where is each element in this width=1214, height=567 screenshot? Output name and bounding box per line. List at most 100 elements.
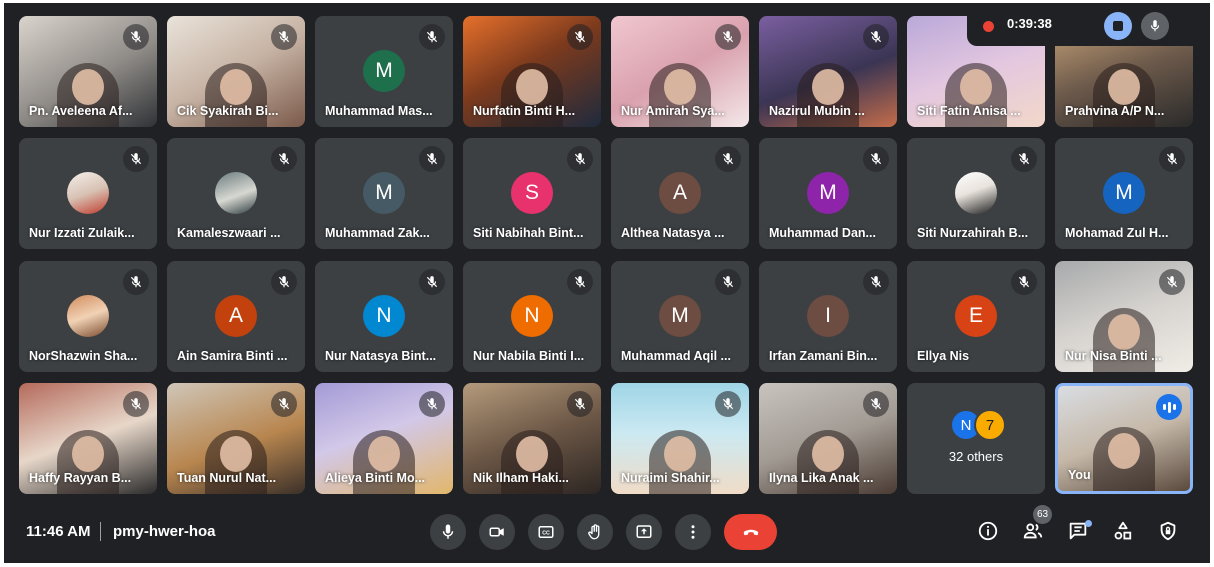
others-avatars: N 7 [950, 409, 1006, 441]
participant-name: Nik Ilham Haki... [473, 471, 569, 485]
avatar: A [659, 171, 701, 214]
camera-button[interactable] [479, 514, 515, 550]
participant-tile[interactable]: M Mohamad Zul H... [1055, 138, 1193, 249]
participant-tile[interactable]: Nazirul Mubin ... [759, 16, 897, 127]
participant-name: Nur Amirah Sya... [621, 104, 725, 118]
recording-timer: 0:39:38 [1007, 16, 1052, 31]
mic-off-icon [271, 391, 297, 417]
meet-window: Pn. Aveleena Af... Cik Syakirah Bi... M … [4, 3, 1210, 563]
participant-name: Nurfatin Binti H... [473, 104, 576, 118]
avatar: M [363, 171, 405, 214]
avatar: S [511, 171, 553, 214]
self-video [1093, 427, 1155, 491]
self-name: You [1068, 468, 1091, 482]
mic-toggle-button[interactable] [1141, 12, 1169, 40]
participant-name: Irfan Zamani Bin... [769, 349, 878, 363]
participant-name: Tuan Nurul Nat... [177, 471, 277, 485]
participant-name: Muhammad Aqil ... [621, 349, 731, 363]
participant-name: Haffy Rayyan B... [29, 471, 132, 485]
avatar: A [215, 294, 257, 337]
participant-tile[interactable]: M Muhammad Mas... [315, 16, 453, 127]
participant-tile[interactable]: Siti Nurzahirah B... [907, 138, 1045, 249]
participant-tile[interactable]: N Nur Nabila Binti I... [463, 261, 601, 372]
leave-call-button[interactable] [724, 514, 777, 550]
mic-off-icon [1011, 146, 1037, 172]
participant-tile[interactable]: Ilyna Lika Anak ... [759, 383, 897, 494]
participant-name: Nur Nisa Binti ... [1065, 349, 1162, 363]
mic-icon [1150, 20, 1160, 32]
participant-name: Siti Fatin Anisa ... [917, 104, 1021, 118]
participant-tile[interactable]: Nik Ilham Haki... [463, 383, 601, 494]
host-controls-button[interactable] [1155, 518, 1181, 544]
participant-name: Siti Nabihah Bint... [473, 226, 584, 240]
participant-name: Althea Natasya ... [621, 226, 725, 240]
mic-off-icon [715, 269, 741, 295]
camera-icon [489, 527, 504, 537]
others-tile[interactable]: N 7 32 others [907, 383, 1045, 494]
participant-tile[interactable]: A Ain Samira Binti ... [167, 261, 305, 372]
participant-tile[interactable]: Nuraimi Shahir... [611, 383, 749, 494]
participant-tile[interactable]: Tuan Nurul Nat... [167, 383, 305, 494]
participant-name: NorShazwin Sha... [29, 349, 138, 363]
self-tile[interactable]: You [1055, 383, 1193, 494]
participant-tile[interactable]: NorShazwin Sha... [19, 261, 157, 372]
participant-tile[interactable]: A Althea Natasya ... [611, 138, 749, 249]
participant-tile[interactable]: Kamaleszwaari ... [167, 138, 305, 249]
activities-icon [1114, 521, 1132, 540]
bottom-bar: 11:46 AM pmy-hwer-hoa CC 63 [4, 503, 1210, 563]
mic-off-icon [1159, 146, 1185, 172]
more-options-button[interactable] [675, 514, 711, 550]
captions-icon: CC [538, 526, 554, 538]
shield-lock-icon [1160, 521, 1176, 541]
mic-off-icon [863, 146, 889, 172]
mic-off-icon [1159, 269, 1185, 295]
participant-tile[interactable]: Nur Amirah Sya... [611, 16, 749, 127]
participant-tile[interactable]: N Nur Natasya Bint... [315, 261, 453, 372]
meeting-code: pmy-hwer-hoa [113, 523, 216, 540]
stop-recording-button[interactable] [1104, 12, 1132, 40]
divider [100, 522, 101, 541]
participant-tile[interactable]: Nur Izzati Zulaik... [19, 138, 157, 249]
participant-name: Nazirul Mubin ... [769, 104, 865, 118]
mic-off-icon [863, 269, 889, 295]
participant-tile[interactable]: M Muhammad Aqil ... [611, 261, 749, 372]
participant-name: Cik Syakirah Bi... [177, 104, 279, 118]
participant-name: Muhammad Mas... [325, 104, 433, 118]
activities-button[interactable] [1110, 518, 1136, 544]
raise-hand-button[interactable] [577, 514, 613, 550]
mic-off-icon [271, 146, 297, 172]
mic-off-icon [419, 391, 445, 417]
participant-tile[interactable]: M Muhammad Dan... [759, 138, 897, 249]
present-icon [636, 525, 652, 538]
captions-button[interactable]: CC [528, 514, 564, 550]
mic-off-icon [271, 24, 297, 50]
hand-icon [588, 524, 600, 540]
participant-tile[interactable]: Nurfatin Binti H... [463, 16, 601, 127]
participant-tile[interactable]: M Muhammad Zak... [315, 138, 453, 249]
more-vert-icon [691, 525, 695, 539]
participant-tile[interactable]: Cik Syakirah Bi... [167, 16, 305, 127]
participant-name: Ellya Nis [917, 349, 970, 363]
participant-name: Alieya Binti Mo... [325, 471, 426, 485]
mic-off-icon [123, 391, 149, 417]
participant-tile[interactable]: Nur Nisa Binti ... [1055, 261, 1193, 372]
avatar: M [659, 294, 701, 337]
avatar: M [1103, 171, 1145, 214]
participant-tile[interactable]: I Irfan Zamani Bin... [759, 261, 897, 372]
avatar [215, 171, 257, 214]
participant-count-badge: 63 [1033, 505, 1052, 524]
participant-tile[interactable]: S Siti Nabihah Bint... [463, 138, 601, 249]
participant-name: Nur Izzati Zulaik... [29, 226, 135, 240]
participant-name: Nur Natasya Bint... [325, 349, 437, 363]
mic-button[interactable] [430, 514, 466, 550]
participant-tile[interactable]: Pn. Aveleena Af... [19, 16, 157, 127]
meeting-details-button[interactable] [975, 518, 1001, 544]
present-button[interactable] [626, 514, 662, 550]
avatar: M [363, 49, 405, 92]
participant-tile[interactable]: E Ellya Nis [907, 261, 1045, 372]
avatar [955, 171, 997, 214]
recording-dot-icon [983, 21, 994, 32]
participant-tile[interactable]: Haffy Rayyan B... [19, 383, 157, 494]
mic-off-icon [715, 146, 741, 172]
participant-tile[interactable]: Alieya Binti Mo... [315, 383, 453, 494]
